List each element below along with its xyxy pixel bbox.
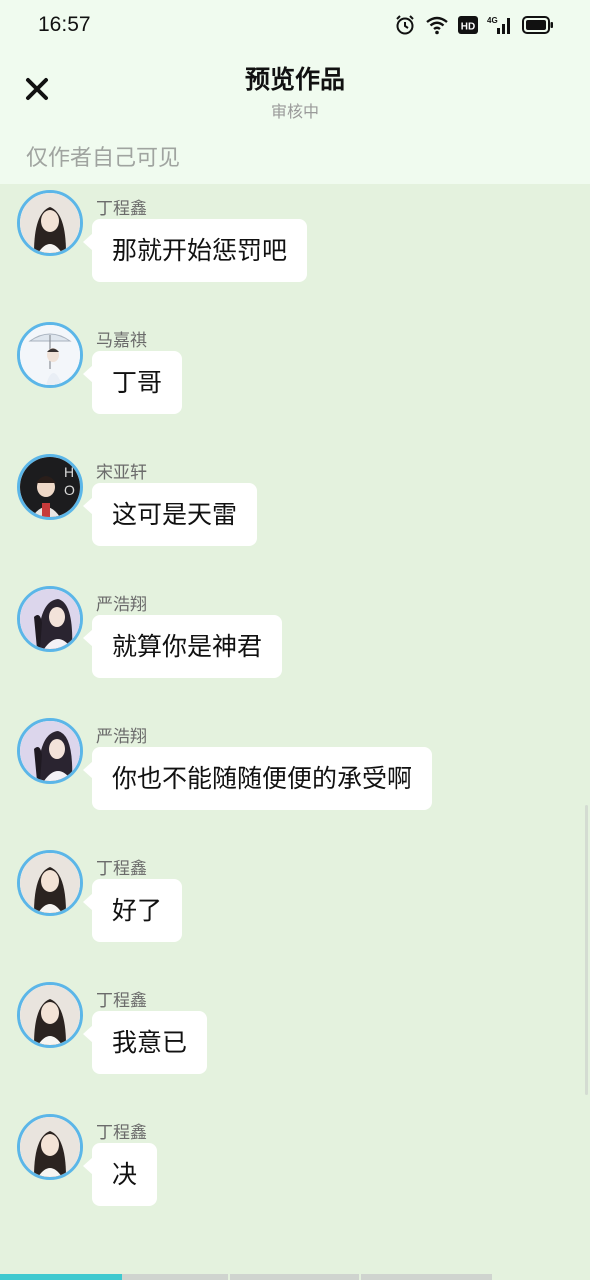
chat-message: 丁程鑫 我意已 — [0, 976, 590, 1108]
message-bubble[interactable]: 你也不能随随便便的承受啊 — [82, 747, 433, 810]
sender-name: 严浩翔 — [96, 595, 147, 615]
chat-message: 马嘉祺 丁哥 — [0, 316, 590, 448]
progress-segment — [230, 1274, 359, 1280]
chat-message: 丁程鑫 决 — [0, 1108, 590, 1240]
status-time: 16:57 — [38, 13, 91, 36]
chat-list[interactable]: 丁程鑫 那就开始惩罚吧 马嘉祺 丁哥 HO 宋亚轩 这可是天雷 严浩翔 就算你是… — [0, 184, 590, 1274]
status-bar: 16:57 HD 4G — [0, 0, 590, 52]
sender-name: 马嘉祺 — [96, 331, 147, 351]
sender-name: 宋亚轩 — [96, 463, 147, 483]
avatar-ding[interactable] — [17, 190, 83, 256]
message-bubble[interactable]: 决 — [82, 1143, 158, 1206]
svg-text:H: H — [64, 464, 74, 480]
message-bubble[interactable]: 我意已 — [82, 1011, 208, 1074]
avatar-song[interactable]: HO — [17, 454, 83, 520]
avatar-ding[interactable] — [17, 982, 83, 1048]
svg-text:O: O — [64, 482, 75, 498]
chat-scrollbar[interactable] — [585, 805, 588, 1095]
story-progress — [0, 1274, 590, 1280]
chat-message: 严浩翔 就算你是神君 — [0, 580, 590, 712]
net-label: 4G — [487, 16, 498, 25]
sender-name: 丁程鑫 — [96, 1123, 147, 1143]
sender-name: 严浩翔 — [96, 727, 147, 747]
chat-message: HO 宋亚轩 这可是天雷 — [0, 448, 590, 580]
top-bar: 16:57 HD 4G 预览作品 审核中 仅作者自己可见 — [0, 0, 590, 184]
avatar-ding[interactable] — [17, 1114, 83, 1180]
avatar-yan[interactable] — [17, 586, 83, 652]
chat-message: 严浩翔 你也不能随随便便的承受啊 — [0, 712, 590, 844]
hd-icon: HD — [458, 15, 478, 35]
progress-fill — [0, 1274, 122, 1280]
progress-segment — [122, 1274, 228, 1280]
message-bubble[interactable]: 就算你是神君 — [82, 615, 283, 678]
review-status: 审核中 — [270, 102, 319, 121]
wifi-icon — [425, 15, 449, 35]
sender-name: 丁程鑫 — [96, 199, 147, 219]
message-bubble[interactable]: 丁哥 — [82, 351, 183, 414]
chat-message: 丁程鑫 好了 — [0, 844, 590, 976]
hd-label: HD — [461, 22, 475, 33]
page-title: 预览作品 — [244, 65, 345, 94]
sender-name: 丁程鑫 — [96, 859, 147, 879]
alarm-icon — [394, 14, 416, 36]
4g-signal-icon: 4G — [487, 15, 513, 35]
status-icons: HD 4G — [394, 14, 554, 36]
visibility-note: 仅作者自己可见 — [26, 146, 181, 171]
message-bubble[interactable]: 好了 — [82, 879, 183, 942]
progress-segment — [0, 1274, 122, 1280]
avatar-yan[interactable] — [17, 718, 83, 784]
chat-message: 丁程鑫 那就开始惩罚吧 — [0, 184, 590, 316]
avatar-ding[interactable] — [17, 850, 83, 916]
battery-icon — [522, 16, 554, 34]
sender-name: 丁程鑫 — [96, 991, 147, 1011]
progress-segment — [361, 1274, 492, 1280]
avatar-ma[interactable] — [17, 322, 83, 388]
message-bubble[interactable]: 那就开始惩罚吧 — [82, 219, 308, 282]
message-bubble[interactable]: 这可是天雷 — [82, 483, 258, 546]
